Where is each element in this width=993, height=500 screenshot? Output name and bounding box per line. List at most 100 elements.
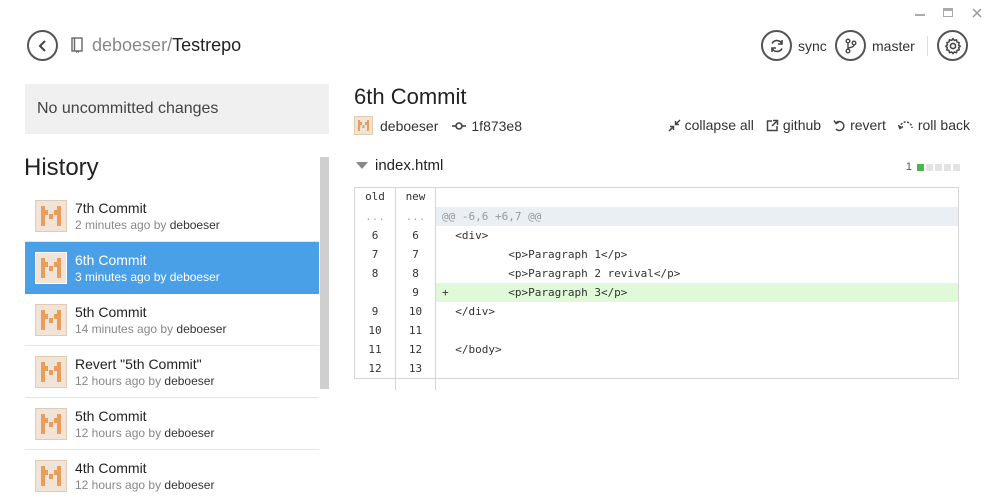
commit-item-meta: 12 hours ago by deboeser	[75, 426, 214, 440]
branch-button[interactable]: master	[835, 30, 915, 61]
collapse-triangle-icon[interactable]	[356, 162, 368, 169]
commit-list-item[interactable]: 6th Commit 3 minutes ago by deboeser	[25, 242, 319, 294]
commit-item-title: 4th Commit	[75, 460, 147, 476]
file-header[interactable]: index.html	[356, 157, 443, 174]
commit-list-item[interactable]: 5th Commit 14 minutes ago by deboeser	[25, 294, 319, 346]
uncommitted-changes-panel[interactable]: No uncommitted changes	[25, 84, 329, 134]
commit-item-title: 5th Commit	[75, 408, 147, 424]
commit-actions: collapse all github revert roll back	[668, 117, 970, 133]
avatar	[35, 460, 67, 492]
new-line-number: 9	[396, 283, 436, 302]
github-button[interactable]: github	[766, 117, 821, 133]
revert-button[interactable]: revert	[833, 117, 886, 133]
diff-tail-code	[436, 378, 958, 390]
old-line-number: 12	[355, 359, 396, 378]
diffstat-empty-block	[953, 163, 960, 171]
repo-book-icon	[71, 37, 83, 53]
commit-item-meta: 3 minutes ago by deboeser	[75, 270, 220, 284]
old-column-header: old	[355, 188, 396, 207]
collapse-all-label: collapse all	[684, 117, 754, 133]
commit-item-title: 7th Commit	[75, 200, 147, 216]
diff-hunk-header: ...... @@ -6,6 +6,7 @@	[355, 207, 958, 226]
diff-line: 10 11	[355, 321, 958, 340]
diff-line: 66 <div>	[355, 226, 958, 245]
new-line-number: 6	[396, 226, 436, 245]
diff-line: 77 <p>Paragraph 1</p>	[355, 245, 958, 264]
commit-item-meta: 12 hours ago by deboeser	[75, 478, 214, 492]
diff-line: 12 13	[355, 359, 958, 378]
commit-icon	[452, 121, 467, 130]
commit-list-item[interactable]: 4th Commit 12 hours ago by deboeser	[25, 450, 319, 500]
diff-line: 11 12 </body>	[355, 340, 958, 359]
commit-item-time: 3 minutes ago by	[75, 270, 167, 284]
diffstat-empty-block	[935, 163, 942, 171]
close-icon[interactable]	[971, 6, 983, 20]
commit-title: 6th Commit	[354, 84, 467, 109]
settings-button[interactable]	[937, 30, 968, 61]
new-column-header: new	[396, 188, 436, 207]
new-line-number: 11	[396, 321, 436, 340]
diffstat-count: 1	[905, 161, 912, 173]
avatar	[35, 356, 67, 388]
line-code: <div>	[442, 229, 489, 242]
old-line-number: 9	[355, 302, 396, 321]
commit-list-item[interactable]: Revert "5th Commit" 12 hours ago by deboe…	[25, 346, 319, 398]
commit-item-author: deboeser	[164, 374, 215, 388]
maximize-icon[interactable]	[943, 8, 953, 17]
external-link-icon	[766, 119, 779, 131]
commit-list-item[interactable]: 5th Commit 12 hours ago by deboeser	[25, 398, 319, 450]
line-code: <p>Paragraph 2 revival</p>	[442, 267, 681, 280]
repo-owner[interactable]: deboeser	[92, 35, 167, 55]
sync-button[interactable]: sync	[761, 30, 827, 61]
diff-line: 88 <p>Paragraph 2 revival</p>	[355, 264, 958, 283]
revert-label: revert	[850, 117, 886, 133]
code-column-header	[436, 188, 958, 207]
line-code	[436, 321, 958, 340]
collapse-all-button[interactable]: collapse all	[668, 117, 754, 133]
repo-title: deboeser/Testrepo	[92, 35, 241, 56]
minimize-icon[interactable]	[915, 8, 925, 16]
commit-item-time: 14 minutes ago by	[75, 322, 174, 336]
commit-item-time: 2 minutes ago by	[75, 218, 167, 232]
gear-icon	[944, 37, 961, 54]
branch-icon	[835, 30, 866, 61]
github-label: github	[782, 117, 822, 133]
diff-added-line: 9 + <p>Paragraph 3</p>	[355, 283, 958, 302]
file-name: index.html	[375, 157, 444, 174]
diffstat-empty-block	[926, 163, 933, 171]
diff-line: 9 10 </div>	[355, 302, 958, 321]
header-divider	[927, 36, 928, 56]
commit-item-meta: 14 minutes ago by deboeser	[75, 322, 226, 336]
sync-icon	[761, 30, 792, 61]
diff-tail-new	[396, 378, 436, 390]
roll-back-button[interactable]: roll back	[897, 117, 970, 133]
commit-item-author: deboeser	[164, 426, 215, 440]
old-line-number: 7	[355, 245, 396, 264]
commit-list: 7th Commit 2 minutes ago by deboeser 6th C…	[25, 190, 319, 500]
diff-header: old new	[355, 188, 958, 207]
chevron-left-icon	[38, 39, 46, 52]
roll-back-label: roll back	[917, 117, 970, 133]
commit-author[interactable]: deboeser	[380, 118, 438, 134]
new-line-number: 7	[396, 245, 436, 264]
history-scrollbar[interactable]	[320, 157, 329, 389]
line-code: @@ -6,6 +6,7 @@	[442, 210, 542, 223]
commit-list-item[interactable]: 7th Commit 2 minutes ago by deboeser	[25, 190, 319, 242]
repo-name[interactable]: Testrepo	[172, 35, 241, 55]
old-line-number: 8	[355, 264, 396, 283]
diffstat: 1	[906, 161, 960, 173]
back-button[interactable]	[27, 30, 58, 61]
history-title: History	[24, 154, 99, 181]
avatar	[35, 304, 67, 336]
sync-label: sync	[798, 37, 827, 54]
commit-item-meta: 12 hours ago by deboeser	[75, 374, 214, 388]
old-line-number: 6	[355, 226, 396, 245]
line-code: </body>	[442, 343, 502, 356]
commit-author-row: deboeser 1f873e8	[354, 116, 522, 135]
line-code	[436, 359, 958, 378]
diff-tail	[355, 378, 958, 390]
commit-item-time: 12 hours ago by	[75, 374, 162, 388]
old-line-number: ...	[355, 207, 396, 226]
commit-sha[interactable]: 1f873e8	[471, 118, 522, 134]
line-code: <p>Paragraph 1</p>	[442, 248, 628, 261]
